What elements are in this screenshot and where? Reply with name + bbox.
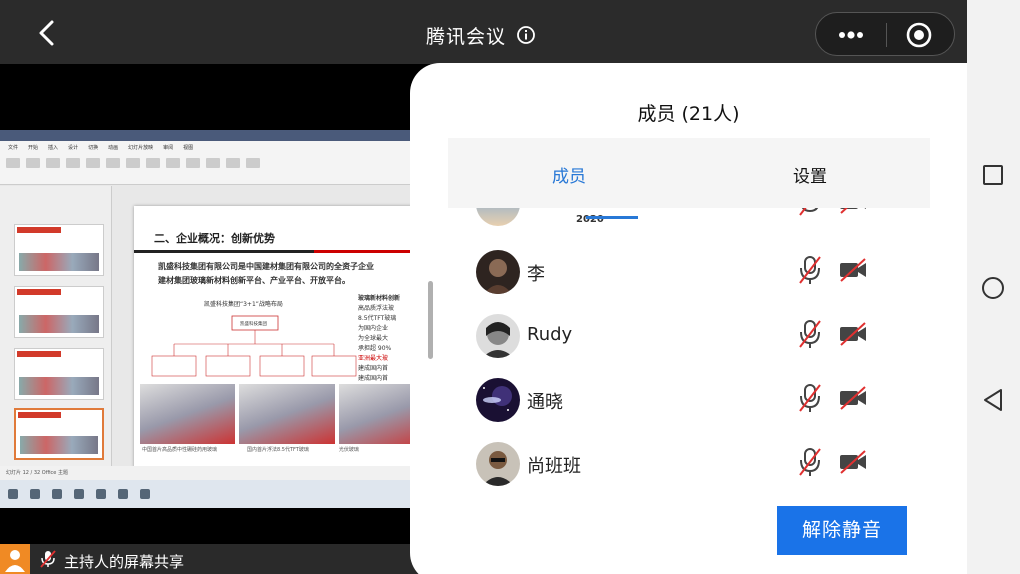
list-item[interactable]: 尚班班 — [410, 430, 967, 494]
avatar — [0, 544, 30, 574]
camera-off-icon[interactable] — [838, 208, 868, 214]
share-label: 主持人的屏幕共享 — [64, 553, 185, 571]
member-panel: 成员 (21人) 成员 设置 2020 李 Rudy 通晓 尚班班 解除静音 — [410, 63, 967, 574]
member-name: 尚班班 — [527, 456, 581, 477]
list-item[interactable]: Rudy — [410, 302, 967, 366]
chevron-left-icon[interactable] — [32, 18, 62, 48]
avatar — [476, 442, 520, 486]
title-wrap: 腾讯会议 — [426, 20, 536, 50]
panel-title: 成员 (21人) — [637, 103, 740, 125]
slide-body: 凯盛科技集团有限公司是中国建材集团有限公司的全资子企业 建材集团玻璃新材料创新平… — [158, 262, 374, 285]
tab-settings[interactable]: 设置 — [793, 162, 827, 187]
slide-rule — [134, 250, 430, 253]
ppt-tabbar — [0, 130, 430, 141]
info-icon[interactable] — [516, 25, 536, 45]
panel-tabs: 成员 设置 — [448, 138, 930, 208]
avatar — [476, 208, 520, 226]
app-title: 腾讯会议 — [426, 25, 507, 48]
avatar — [476, 314, 520, 358]
slide-thumbnails — [0, 186, 112, 466]
camera-off-icon[interactable] — [838, 322, 868, 346]
shared-screen[interactable]: 文件 开始 插入 设计 切换 动画 幻灯片放映 审阅 视图 二、企业概况：创新优势 凯盛科技集团… — [0, 130, 430, 508]
mic-muted-icon[interactable] — [798, 446, 822, 478]
windows-taskbar — [0, 480, 430, 508]
slide-captions: 中国首片高品质中性硼硅药用玻璃 国内首片浮法8.5代TFT玻璃 光伏玻璃 — [142, 447, 359, 453]
back-triangle-icon[interactable] — [982, 388, 1004, 412]
member-name: 李 — [527, 264, 545, 285]
ppt-statusbar: 幻灯片 12 / 32 Office 主题 — [0, 466, 430, 480]
avatar — [476, 378, 520, 422]
unmute-button[interactable]: 解除静音 — [777, 506, 907, 555]
slide-heading: 二、企业概况：创新优势 — [154, 232, 275, 245]
more-dots-icon[interactable] — [836, 25, 866, 45]
slide-photos — [140, 384, 430, 444]
mini-program-capsule — [815, 12, 955, 56]
list-item[interactable]: 通晓 — [410, 366, 967, 430]
avatar — [476, 250, 520, 294]
mic-muted-icon[interactable] — [798, 318, 822, 350]
record-icon[interactable] — [906, 22, 932, 48]
system-nav-bar — [967, 0, 1020, 574]
member-list: 2020 李 Rudy 通晓 尚班班 — [410, 208, 967, 498]
ppt-ribbon: 文件 开始 插入 设计 切换 动画 幻灯片放映 审阅 视图 — [0, 141, 430, 185]
camera-off-icon[interactable] — [838, 386, 868, 410]
member-name: Rudy — [527, 324, 573, 345]
list-item[interactable]: 李 — [410, 238, 967, 302]
thumb-9[interactable] — [14, 224, 104, 276]
thumb-11[interactable] — [14, 348, 104, 400]
thumb-12[interactable] — [14, 408, 104, 460]
current-slide: 二、企业概况：创新优势 凯盛科技集团有限公司是中国建材集团有限公司的全资子企业 … — [134, 206, 430, 468]
capsule-divider — [886, 23, 887, 47]
top-bar: 腾讯会议 — [0, 0, 967, 64]
mic-muted-icon — [40, 550, 56, 568]
svg-text:凯盛科技集团“3+1”战略布局: 凯盛科技集团“3+1”战略布局 — [204, 300, 283, 308]
share-bar: 主持人的屏幕共享 — [0, 544, 430, 574]
mic-muted-icon[interactable] — [798, 254, 822, 286]
meeting-screen: 腾讯会议 文件 开始 插入 设计 切换 动画 幻灯片放映 审阅 视图 二、企业概… — [0, 0, 1020, 574]
thumb-10[interactable] — [14, 286, 104, 338]
camera-off-icon[interactable] — [838, 258, 868, 282]
svg-text:凯盛科技集团: 凯盛科技集团 — [240, 320, 267, 327]
tab-members[interactable]: 成员 — [552, 162, 586, 187]
home-icon[interactable] — [982, 277, 1004, 299]
camera-off-icon[interactable] — [838, 450, 868, 474]
mic-muted-icon[interactable] — [798, 382, 822, 414]
member-name: 通晓 — [527, 392, 563, 413]
mic-muted-icon[interactable] — [798, 208, 822, 218]
list-item[interactable]: 2020 — [410, 208, 967, 234]
recent-apps-icon[interactable] — [983, 165, 1003, 185]
